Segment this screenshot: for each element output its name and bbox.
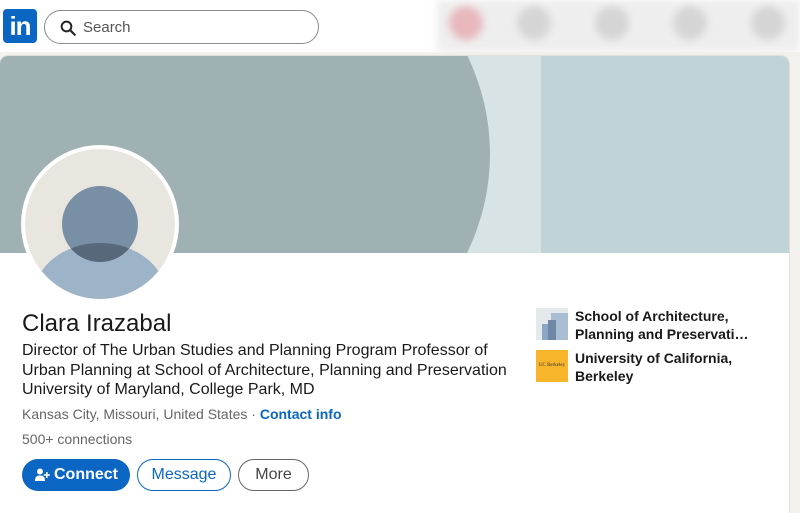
message-button[interactable]: Message [137,459,231,491]
search-box[interactable] [44,10,319,44]
connect-label: Connect [54,466,118,483]
org-item-university[interactable]: UC Berkeley University of California, Be… [536,350,765,385]
profile-avatar[interactable] [21,145,179,303]
school-logo [536,308,568,340]
separator-dot: · [247,406,260,422]
blurred-nav-icons [437,0,800,52]
org-name: University of California, Berkeley [575,350,733,384]
profile-location: Kansas City, Missouri, United States [22,406,248,422]
search-input[interactable] [83,15,308,39]
profile-card: Clara Irazabal Director of The Urban Stu… [0,56,789,513]
contact-info-link[interactable]: Contact info [260,406,342,422]
org-name: School of Architecture, Planning and Pre… [575,308,755,342]
linkedin-logo[interactable]: in [3,9,37,43]
org-item-school[interactable]: School of Architecture, Planning and Pre… [536,308,765,343]
message-label: Message [151,466,217,483]
profile-headline: Director of The Urban Studies and Planni… [22,342,507,398]
search-icon [60,20,76,36]
more-label: More [255,466,292,483]
profile-name: Clara Irazabal [22,310,172,337]
location-line: Kansas City, Missouri, United States · C… [22,406,342,422]
connect-button[interactable]: Connect [22,459,130,491]
connections-count[interactable]: 500+ connections [22,431,132,447]
more-button[interactable]: More [238,459,309,491]
uc-berkeley-logo: UC Berkeley [536,350,568,382]
global-nav: in [0,0,800,52]
add-person-icon [35,468,50,481]
